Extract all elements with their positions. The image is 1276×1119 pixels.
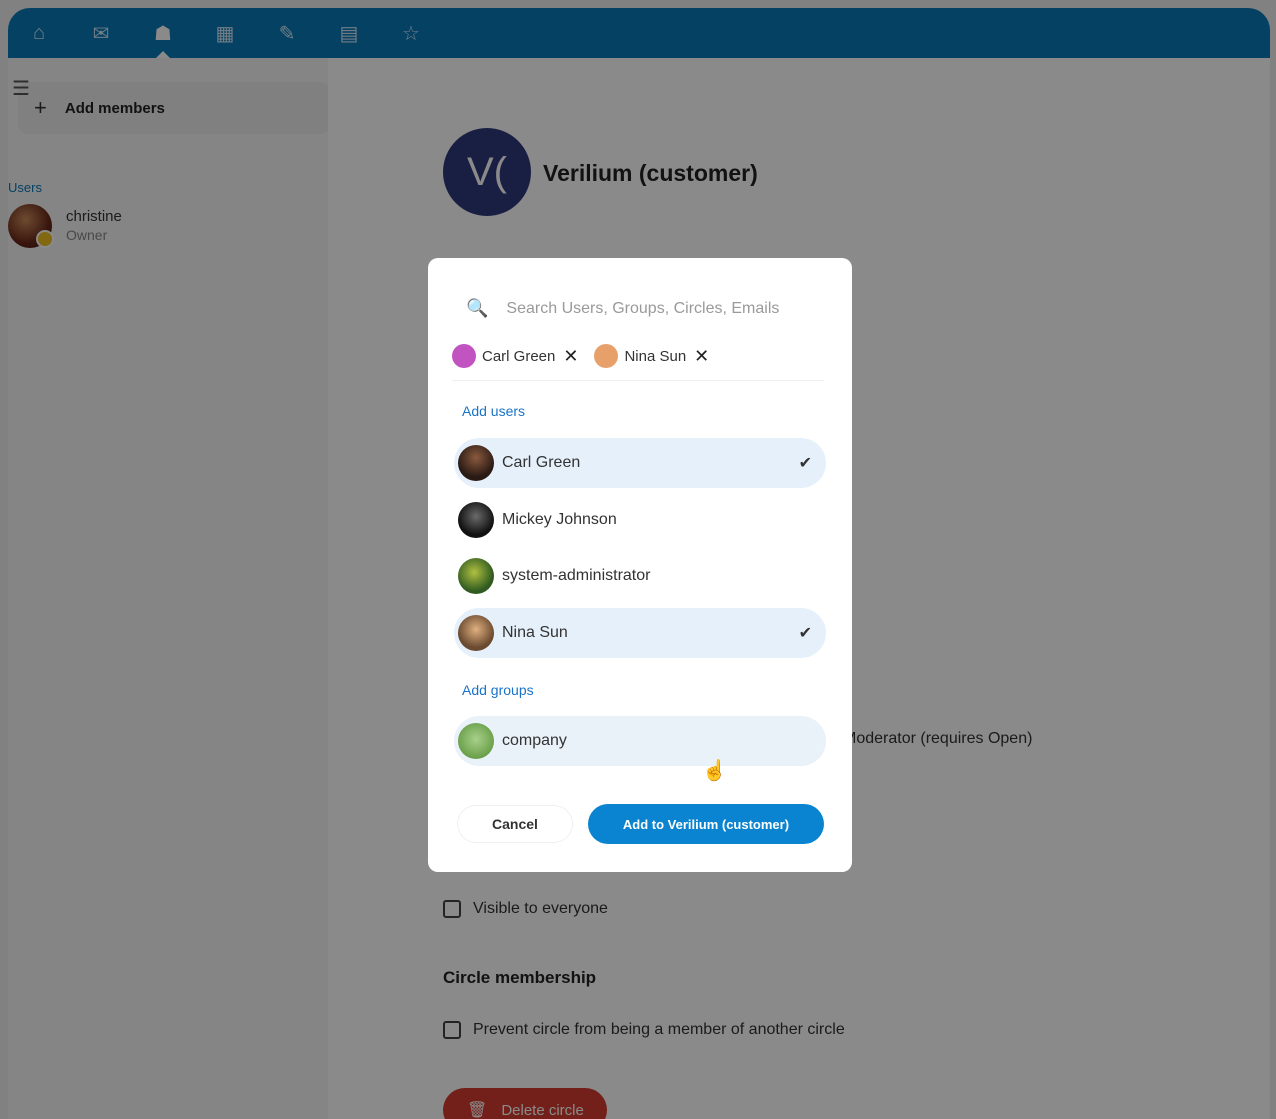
group-option-company[interactable]: company	[454, 716, 826, 766]
chip-label: Nina Sun	[624, 347, 687, 365]
search-icon: 🔍	[466, 298, 489, 318]
close-icon[interactable]: ✕	[563, 346, 578, 367]
option-label: system-administrator	[502, 567, 651, 584]
user-option-nina-sun[interactable]: Nina Sun ✔	[454, 608, 826, 658]
selected-chips: Carl Green ✕ Nina Sun ✕	[452, 344, 725, 368]
avatar	[458, 615, 494, 651]
group-avatar	[458, 723, 494, 759]
user-option-system-administrator[interactable]: system-administrator	[454, 551, 826, 601]
chip-avatar	[594, 344, 619, 368]
search-input[interactable]	[504, 298, 819, 319]
user-option-mickey-johnson[interactable]: Mickey Johnson	[454, 495, 826, 545]
avatar	[458, 445, 494, 481]
option-label: Carl Green	[502, 454, 581, 471]
close-icon[interactable]: ✕	[694, 346, 709, 367]
chip-carl-green: Carl Green ✕	[452, 344, 578, 368]
option-label: company	[502, 732, 567, 749]
cancel-button[interactable]: Cancel	[458, 806, 572, 842]
hand-cursor-icon: ☝	[702, 760, 727, 782]
avatar	[458, 502, 494, 538]
chip-label: Carl Green	[482, 347, 556, 365]
add-groups-label: Add groups	[462, 682, 534, 698]
search-row: 🔍	[466, 298, 819, 319]
user-option-carl-green[interactable]: Carl Green ✔	[454, 438, 826, 488]
option-label: Mickey Johnson	[502, 511, 617, 528]
checkmark-icon: ✔	[798, 455, 812, 472]
chip-nina-sun: Nina Sun ✕	[594, 344, 709, 368]
add-to-circle-button[interactable]: Add to Verilium (customer)	[588, 804, 824, 844]
chip-avatar	[452, 344, 476, 368]
divider	[452, 380, 824, 381]
add-users-label: Add users	[462, 403, 526, 419]
option-label: Nina Sun	[502, 624, 568, 641]
checkmark-icon: ✔	[798, 625, 812, 642]
avatar	[458, 558, 494, 594]
add-members-dialog: 🔍 Carl Green ✕ Nina Sun ✕ Add users Carl…	[428, 258, 852, 872]
